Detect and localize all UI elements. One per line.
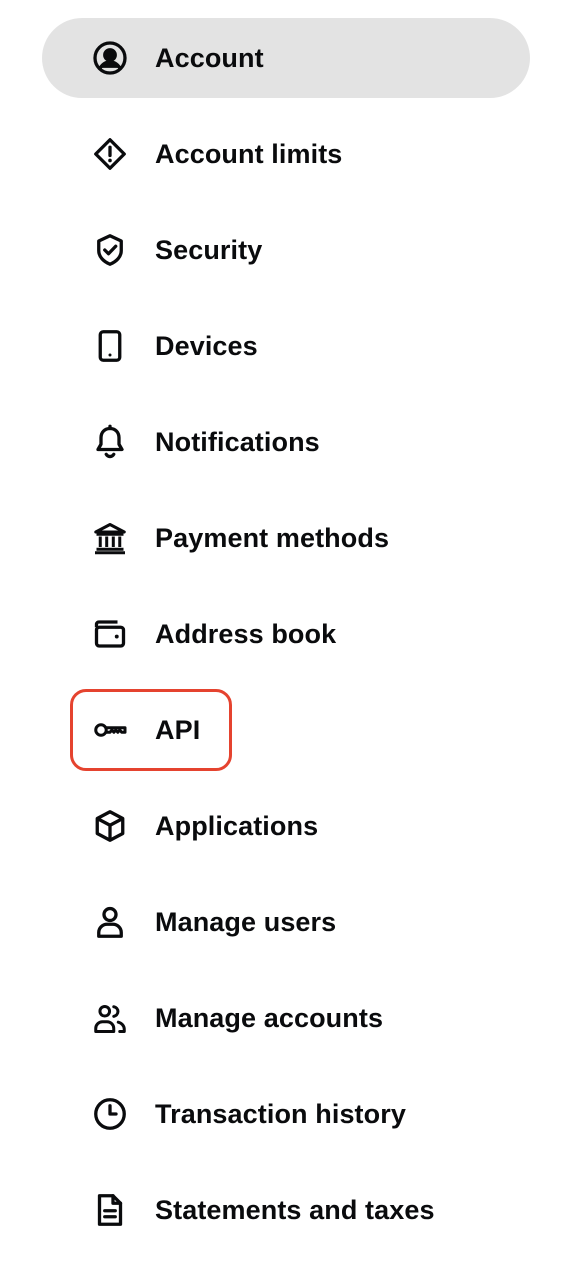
account-circle-icon (92, 40, 128, 76)
nav-item-label: Transaction history (155, 1099, 406, 1129)
nav-item-label: Manage accounts (155, 1003, 384, 1033)
nav-item-account-limits[interactable]: Account limits (42, 114, 530, 194)
bank-icon (92, 520, 128, 556)
nav-item-label: Applications (155, 811, 319, 841)
nav-item-security[interactable]: Security (42, 210, 530, 290)
nav-item-label: Statements and taxes (155, 1195, 435, 1225)
nav-item-label: API (155, 715, 201, 745)
wallet-icon (92, 616, 128, 652)
box-icon (92, 808, 128, 844)
nav-item-label: Payment methods (155, 523, 390, 553)
nav-item-notifications[interactable]: Notifications (42, 402, 530, 482)
nav-item-label: Manage users (155, 907, 337, 937)
nav-item-devices[interactable]: Devices (42, 306, 530, 386)
nav-item-applications[interactable]: Applications (42, 786, 530, 866)
nav-item-label: Address book (155, 619, 337, 649)
key-icon (92, 712, 128, 748)
nav-item-payment-methods[interactable]: Payment methods (42, 498, 530, 578)
clock-icon (92, 1096, 128, 1132)
nav-item-transaction-history[interactable]: Transaction history (42, 1074, 530, 1154)
nav-item-account[interactable]: Account (42, 18, 530, 98)
nav-item-label: Account limits (155, 139, 343, 169)
nav-item-label: Notifications (155, 427, 320, 457)
nav-item-address-book[interactable]: Address book (42, 594, 530, 674)
nav-item-statements-and-taxes[interactable]: Statements and taxes (42, 1170, 530, 1250)
shield-check-icon (92, 232, 128, 268)
phone-icon (92, 328, 128, 364)
nav-item-manage-users[interactable]: Manage users (42, 882, 530, 962)
nav-item-label: Account (155, 43, 264, 73)
nav-item-label: Security (155, 235, 263, 265)
nav-item-api[interactable]: API (42, 690, 530, 770)
bell-icon (92, 424, 128, 460)
alert-diamond-icon (92, 136, 128, 172)
nav-item-label: Devices (155, 331, 258, 361)
nav-item-manage-accounts[interactable]: Manage accounts (42, 978, 530, 1058)
document-icon (92, 1192, 128, 1228)
settings-sidebar-nav: Account Account limits Security Devices … (0, 0, 580, 1266)
users-icon (92, 1000, 128, 1036)
user-icon (92, 904, 128, 940)
